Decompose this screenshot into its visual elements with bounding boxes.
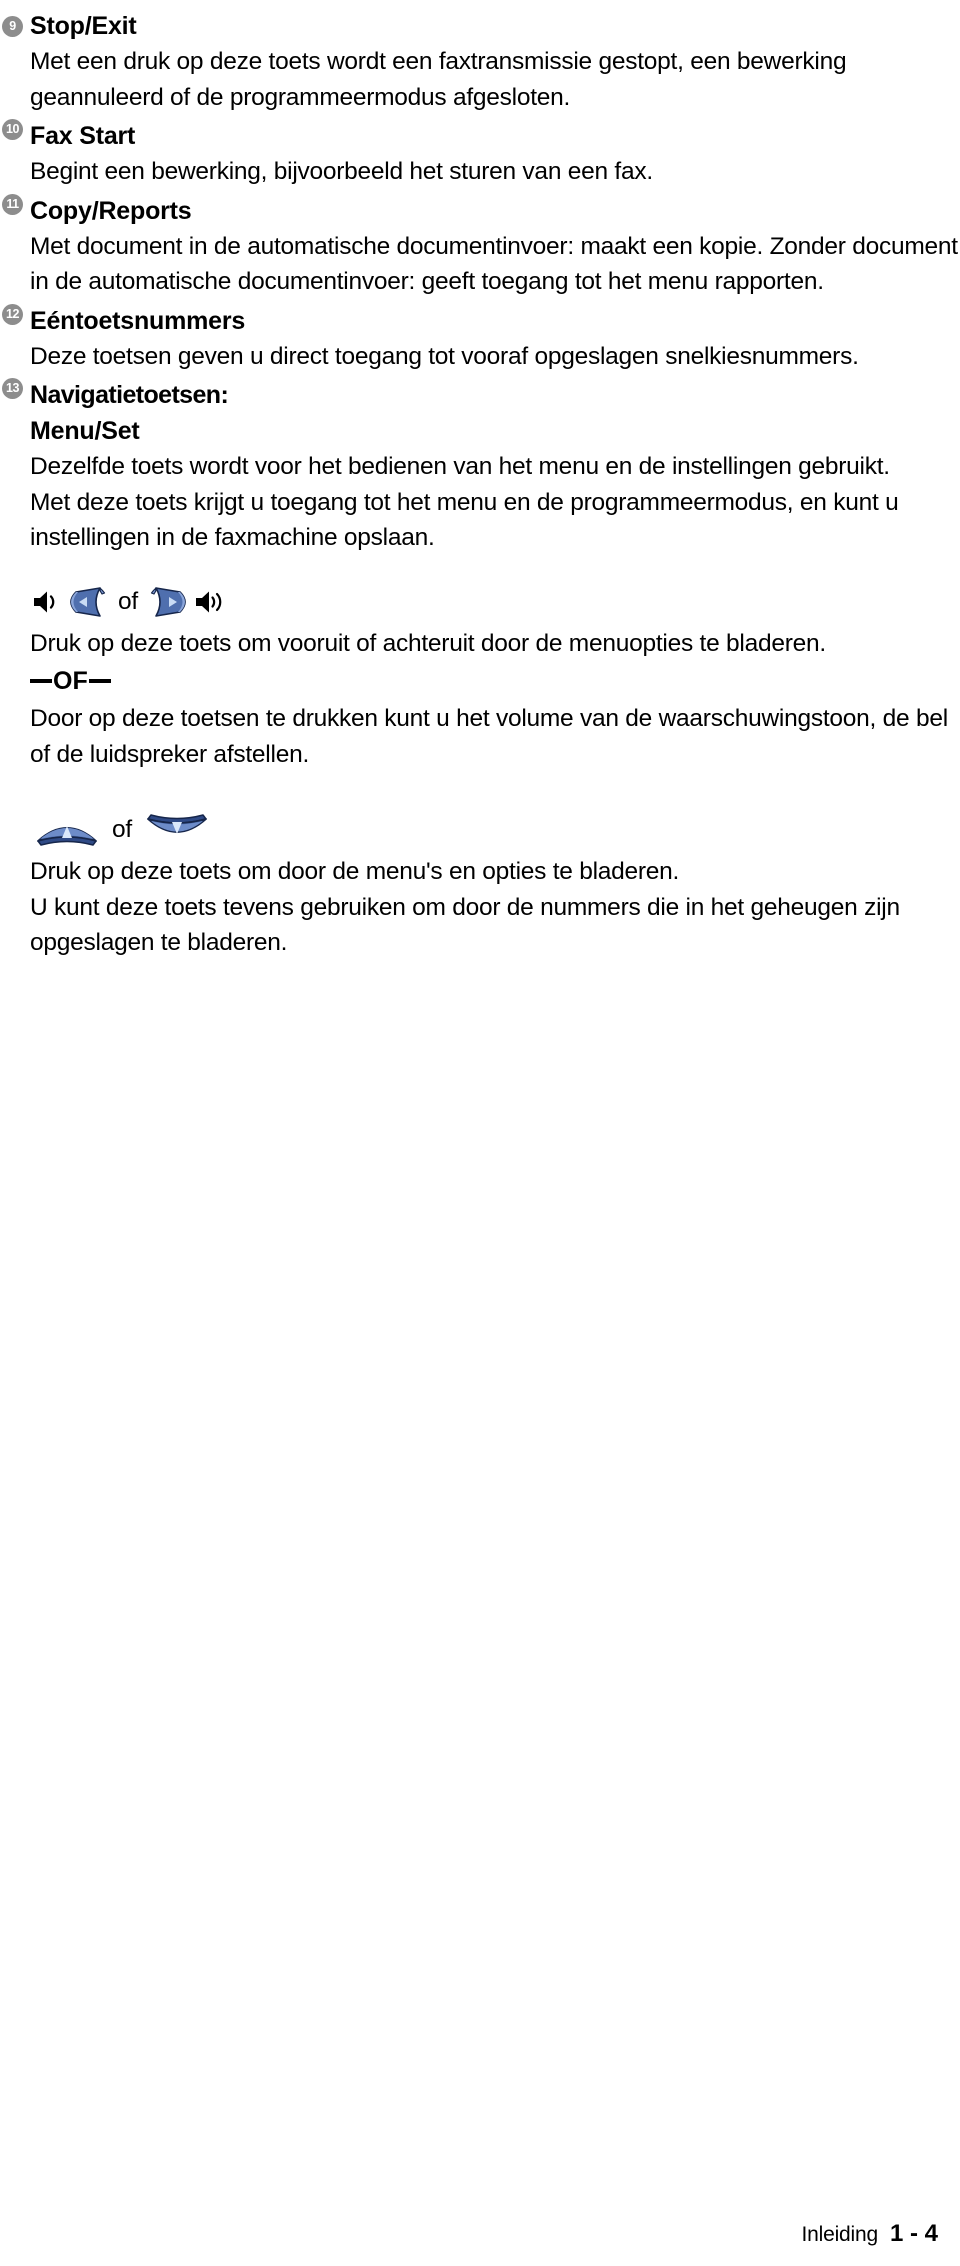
entry-title: Eéntoetsnummers [30, 306, 246, 335]
page-footer: Inleiding 1 - 4 [802, 2220, 938, 2248]
footer-chapter-label: Inleiding [801, 2223, 879, 2246]
entry-subtitle-menu-set: Menu/Set [30, 417, 140, 445]
down-arrow-key-icon [147, 814, 207, 834]
entry-title: Copy/Reports [30, 196, 192, 225]
entry-number-badge: 13 [2, 378, 23, 399]
entry-stop-exit: 9 Stop/Exit [0, 8, 960, 44]
entry-body-navigation-keys: Dezelfde toets wordt voor het bedienen v… [0, 449, 960, 556]
entry-paragraph: Begint een bewerking, bijvoorbeeld het s… [30, 158, 653, 185]
entry-copy-reports: 11 Copy/Reports [0, 193, 960, 229]
entry-body-stop-exit: Met een druk op deze toets wordt een fax… [0, 44, 960, 115]
volume-description: Door op deze toetsen te drukken kunt u h… [0, 701, 960, 772]
footer-page-number: 1 - 4 [889, 2220, 938, 2247]
up-down-key-illustration-row: of [0, 806, 960, 854]
icon-row-separator: of [118, 587, 139, 615]
right-key-with-speaker-high [148, 583, 228, 621]
entry-fax-start: 10 Fax Start [0, 118, 960, 154]
entry-paragraph: Druk op deze toets om door de menu's en … [30, 858, 680, 885]
entry-title: Navigatietoetsen: [30, 381, 229, 409]
left-right-key-illustration-row: of [0, 578, 960, 626]
entry-navigation-keys: 13 Navigatietoetsen: Menu/Set [0, 377, 960, 449]
divider-dash-right [88, 679, 111, 683]
left-arrow-key-icon [70, 586, 106, 617]
entry-number-badge: 9 [2, 16, 23, 37]
entry-body-one-touch-numbers: Deze toetsen geven u direct toegang tot … [0, 339, 960, 375]
speaker-high-icon [196, 591, 222, 612]
entry-paragraph: U kunt deze toets tevens gebruiken om do… [30, 893, 900, 957]
entry-number-badge: 12 [2, 303, 23, 325]
or-divider-label: OF [53, 667, 88, 695]
or-divider: OF [0, 661, 960, 701]
entry-paragraph: Met een druk op deze toets wordt een fax… [30, 48, 847, 111]
entry-number-badge: 10 [2, 119, 23, 140]
entry-body-fax-start: Begint een bewerking, bijvoorbeeld het s… [0, 154, 960, 190]
up-down-key-description: Druk op deze toets om door de menu's en … [0, 854, 960, 961]
speaker-low-with-left-key [32, 583, 108, 621]
left-right-key-description: Druk op deze toets om vooruit of achteru… [0, 626, 960, 662]
speaker-low-icon [34, 591, 55, 612]
entry-title: Fax Start [30, 122, 136, 150]
icon-row-separator: of [112, 816, 133, 843]
entry-number-badge: 11 [2, 193, 23, 215]
manual-page: 9 Stop/Exit Met een druk op deze toets w… [0, 0, 960, 2266]
entry-paragraph: Deze toetsen geven u direct toegang tot … [30, 342, 859, 370]
entry-paragraph: Dezelfde toets wordt voor het bedienen v… [30, 453, 890, 480]
up-arrow-key-icon [37, 826, 97, 846]
entry-one-touch-numbers: 12 Eéntoetsnummers [0, 303, 960, 339]
entry-body-copy-reports: Met document in de automatische document… [0, 229, 960, 300]
divider-dash-left [30, 679, 52, 683]
entry-paragraph: Met deze toets krijgt u toegang tot het … [30, 488, 899, 552]
entry-paragraph: Druk op deze toets om vooruit of achteru… [30, 629, 826, 657]
entry-paragraph: Met document in de automatische document… [30, 232, 958, 296]
right-arrow-key-icon [150, 586, 186, 617]
entry-title: Stop/Exit [30, 12, 137, 40]
entry-paragraph: Door op deze toetsen te drukken kunt u h… [30, 705, 948, 768]
